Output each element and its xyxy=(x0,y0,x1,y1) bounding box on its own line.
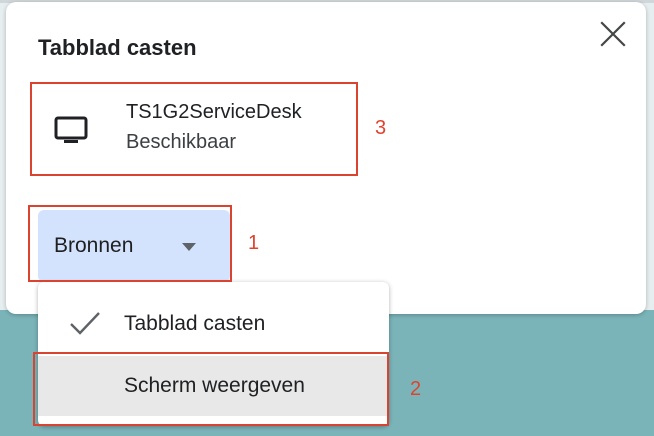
menu-item-label: Scherm weergeven xyxy=(124,374,305,397)
menu-item-tabblad-casten[interactable]: Tabblad casten xyxy=(38,294,389,354)
menu-item-scherm-weergeven[interactable]: Scherm weergeven xyxy=(38,356,389,416)
sources-menu: Tabblad casten Scherm weergeven xyxy=(38,282,389,426)
checkmark-icon xyxy=(70,312,100,335)
caret-down-icon xyxy=(182,243,196,251)
annotation-number-3: 3 xyxy=(375,117,387,139)
monitor-icon xyxy=(52,110,90,148)
menu-item-label: Tabblad casten xyxy=(124,312,266,335)
close-button[interactable] xyxy=(596,17,630,51)
close-icon xyxy=(600,21,626,47)
dialog-title: Tabblad casten xyxy=(38,35,197,60)
sink-status: Beschikbaar xyxy=(126,131,237,153)
sources-button[interactable]: Bronnen xyxy=(38,210,230,282)
sink-name: TS1G2ServiceDesk xyxy=(126,101,302,123)
sink-item[interactable]: TS1G2ServiceDesk Beschikbaar xyxy=(34,86,354,174)
annotation-number-2: 2 xyxy=(410,378,422,400)
sources-label: Bronnen xyxy=(54,234,134,257)
annotation-number-1: 1 xyxy=(248,232,260,254)
cast-dialog: Tabblad casten TS1G2ServiceDesk Beschikb… xyxy=(6,2,646,314)
